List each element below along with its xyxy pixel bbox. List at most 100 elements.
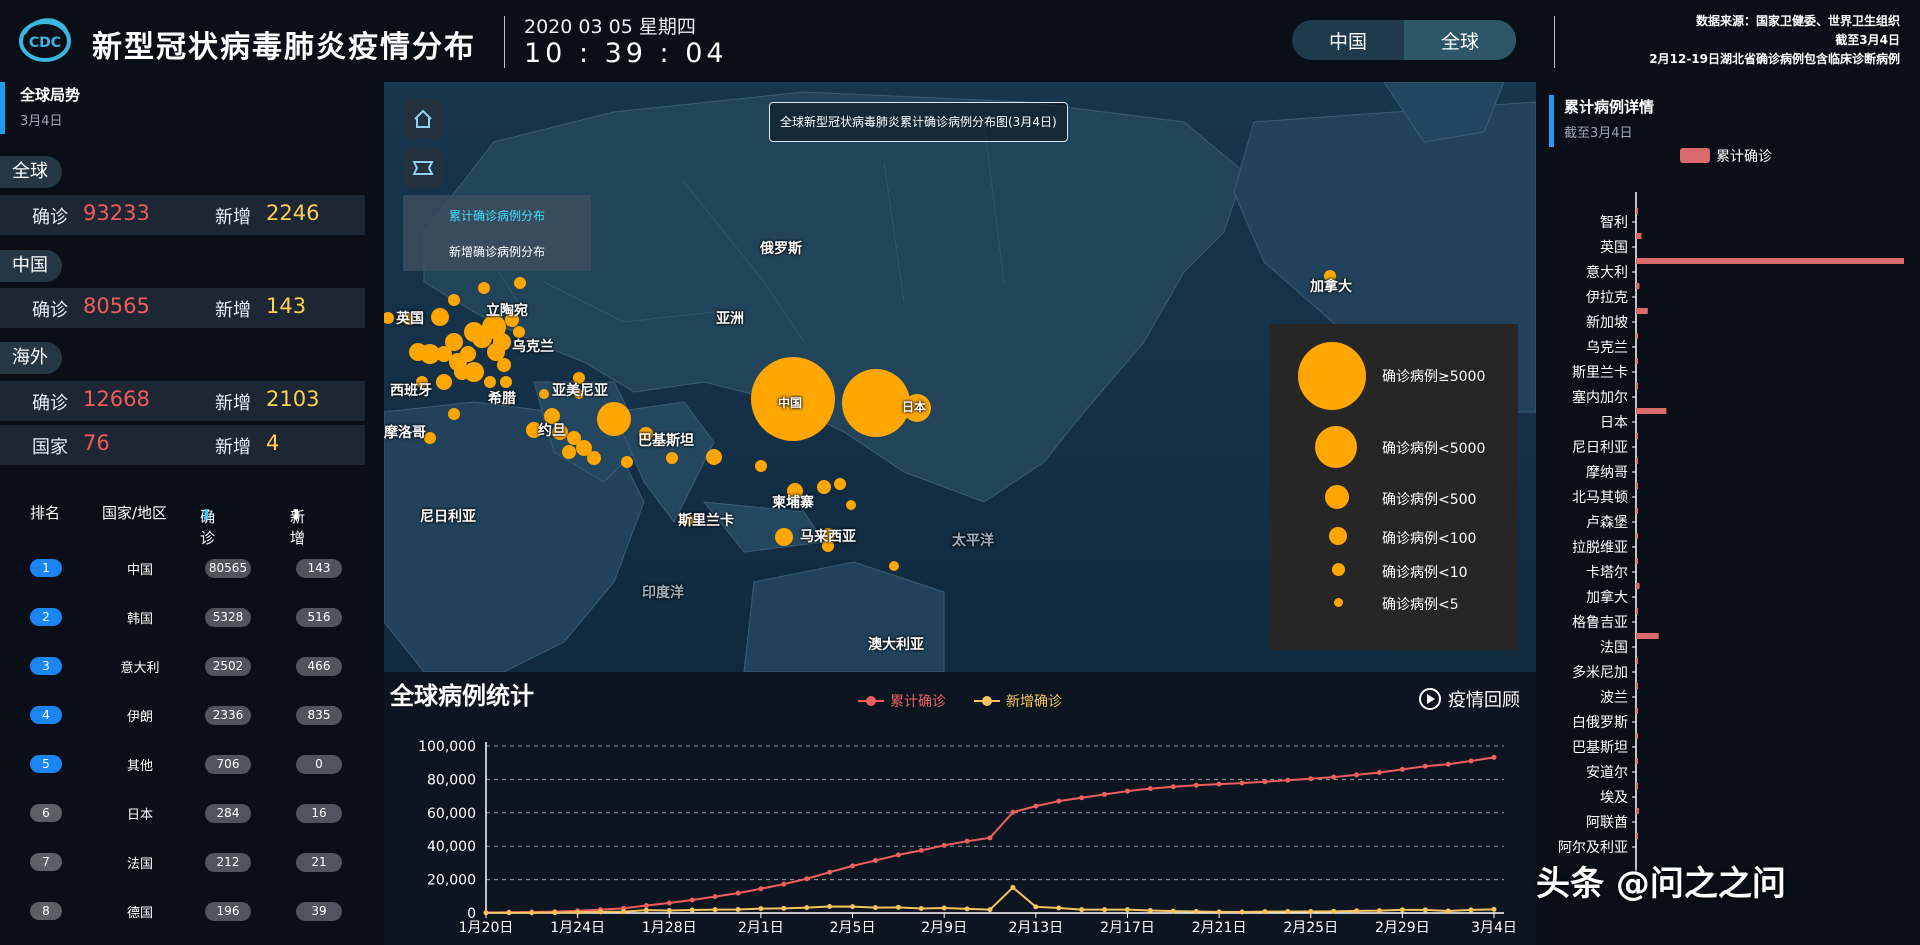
case-bubble[interactable]	[431, 308, 449, 326]
data-point[interactable]	[1285, 777, 1291, 783]
table-row[interactable]: 4 伊朗 2336 835	[0, 695, 365, 735]
data-point[interactable]	[1102, 791, 1108, 797]
case-bubble[interactable]	[448, 408, 460, 420]
data-point[interactable]	[918, 905, 924, 911]
data-point[interactable]	[872, 858, 878, 864]
case-bubble[interactable]	[448, 294, 460, 306]
data-point[interactable]	[1262, 779, 1268, 785]
case-bubble[interactable]	[497, 358, 511, 372]
data-point[interactable]	[643, 902, 649, 908]
data-point[interactable]	[1124, 788, 1130, 794]
data-point[interactable]	[872, 905, 878, 911]
table-row[interactable]: 7 法国 212 21	[0, 842, 365, 882]
table-row[interactable]: 8 德国 196 39	[0, 891, 365, 931]
data-point[interactable]	[964, 838, 970, 844]
bar[interactable]	[1636, 683, 1638, 689]
case-bubble[interactable]	[478, 282, 490, 294]
bar[interactable]	[1636, 833, 1638, 839]
case-bubble[interactable]	[706, 449, 722, 465]
case-bubble[interactable]	[817, 480, 831, 494]
data-point[interactable]	[1422, 763, 1428, 769]
case-bubble[interactable]	[539, 389, 549, 399]
bar[interactable]	[1636, 808, 1639, 814]
data-point[interactable]	[827, 869, 833, 875]
data-point[interactable]	[1033, 803, 1039, 809]
sort-desc-icon[interactable]: ⬇	[290, 506, 303, 524]
data-point[interactable]	[964, 906, 970, 912]
data-point[interactable]	[1147, 907, 1153, 913]
data-point[interactable]	[1399, 907, 1405, 913]
bar[interactable]	[1636, 483, 1638, 489]
bar[interactable]	[1636, 533, 1638, 539]
data-point[interactable]	[1170, 784, 1176, 790]
bar[interactable]	[1636, 458, 1638, 464]
data-point[interactable]	[1354, 908, 1360, 914]
data-point[interactable]	[758, 906, 764, 912]
bar[interactable]	[1636, 258, 1904, 264]
bar[interactable]	[1636, 308, 1648, 314]
data-point[interactable]	[941, 905, 947, 911]
case-bubble[interactable]	[755, 460, 767, 472]
data-point[interactable]	[735, 906, 741, 912]
bar[interactable]	[1636, 283, 1640, 289]
data-point[interactable]	[483, 910, 489, 916]
case-bubble[interactable]	[587, 451, 601, 465]
case-bubble[interactable]	[464, 362, 484, 382]
case-bubble[interactable]	[621, 456, 633, 468]
tab-global[interactable]: 全球	[1404, 20, 1516, 60]
data-point[interactable]	[1239, 780, 1245, 786]
case-bubble[interactable]	[514, 277, 526, 289]
data-point[interactable]	[1468, 758, 1474, 764]
data-point[interactable]	[1033, 904, 1039, 910]
case-bubble[interactable]	[500, 376, 512, 388]
data-point[interactable]	[827, 903, 833, 909]
data-point[interactable]	[1331, 908, 1337, 914]
bar[interactable]	[1636, 383, 1638, 389]
case-bubble[interactable]	[834, 478, 846, 490]
data-point[interactable]	[529, 910, 535, 916]
sort-desc-icon[interactable]: ⬇	[200, 506, 213, 524]
data-point[interactable]	[941, 842, 947, 848]
data-point[interactable]	[1010, 809, 1016, 815]
data-point[interactable]	[575, 909, 581, 915]
data-point[interactable]	[552, 910, 558, 916]
data-point[interactable]	[1056, 905, 1062, 911]
case-bubble[interactable]	[384, 312, 394, 324]
data-point[interactable]	[1079, 907, 1085, 913]
case-bubble[interactable]	[842, 369, 910, 437]
case-bubble[interactable]	[436, 374, 452, 390]
data-point[interactable]	[1468, 907, 1474, 913]
data-point[interactable]	[1285, 908, 1291, 914]
data-point[interactable]	[689, 897, 695, 903]
data-point[interactable]	[1170, 908, 1176, 914]
data-point[interactable]	[850, 863, 856, 869]
data-point[interactable]	[712, 894, 718, 900]
bar[interactable]	[1636, 233, 1642, 239]
data-point[interactable]	[735, 890, 741, 896]
data-point[interactable]	[1010, 884, 1016, 890]
bar[interactable]	[1636, 658, 1638, 664]
data-point[interactable]	[1308, 776, 1314, 782]
data-point[interactable]	[506, 910, 512, 916]
table-row[interactable]: 1 中国 80565 143	[0, 548, 365, 588]
data-point[interactable]	[804, 905, 810, 911]
bar[interactable]	[1636, 758, 1638, 764]
bar[interactable]	[1636, 608, 1638, 614]
world-map[interactable]: 累计确诊病例分布 新增确诊病例分布 全球新型冠状病毒肺炎累计确诊病例分布图(3月…	[384, 82, 1536, 672]
table-row[interactable]: 2 韩国 5328 516	[0, 597, 365, 637]
data-point[interactable]	[1239, 909, 1245, 915]
bar[interactable]	[1636, 733, 1638, 739]
case-bubble[interactable]	[562, 445, 576, 459]
data-point[interactable]	[895, 904, 901, 910]
data-point[interactable]	[987, 835, 993, 841]
data-point[interactable]	[781, 881, 787, 887]
data-point[interactable]	[1147, 786, 1153, 792]
data-point[interactable]	[1376, 770, 1382, 776]
data-point[interactable]	[804, 876, 810, 882]
data-point[interactable]	[666, 900, 672, 906]
case-bubble[interactable]	[666, 452, 678, 464]
data-point[interactable]	[643, 907, 649, 913]
data-point[interactable]	[1445, 908, 1451, 914]
data-point[interactable]	[598, 909, 604, 915]
data-point[interactable]	[1331, 774, 1337, 780]
